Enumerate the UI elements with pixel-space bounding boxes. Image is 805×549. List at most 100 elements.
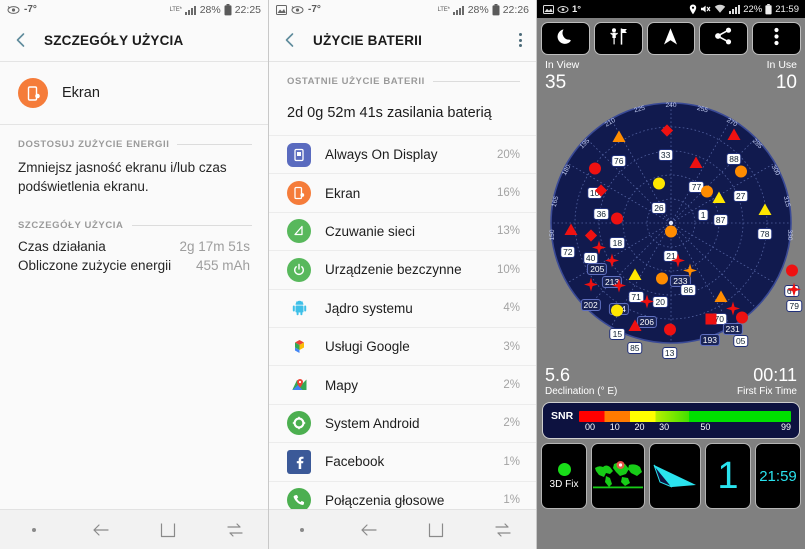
satellite-id-label: 33 (657, 148, 674, 161)
first-fix-label: First Fix Time (737, 386, 797, 397)
battery-percent: 22% (743, 3, 763, 15)
switch-icon[interactable] (218, 518, 252, 542)
section-label: DOSTOSUJ ZUŻYCIE ENERGII (18, 139, 170, 150)
satellite-marker (583, 277, 598, 296)
satellite-id-label: 86 (680, 283, 697, 296)
clock-button[interactable]: 21:59 (755, 443, 801, 509)
list-item-percent: 2% (503, 379, 520, 392)
signal-bars-icon (729, 4, 741, 14)
snr-tick: 00 (585, 422, 596, 432)
facebook-icon (287, 449, 311, 474)
satellite-marker (612, 130, 626, 148)
section-rule (177, 144, 252, 145)
page-title: UŻYCIE BATERII (313, 32, 423, 48)
home-icon[interactable] (419, 518, 453, 542)
in-view-label: In View (545, 59, 580, 71)
snr-tick-labels: 00 10 20 30 50 99 (585, 422, 791, 434)
list-item-mapy[interactable]: Mapy 2% (269, 365, 536, 404)
recents-dot-icon[interactable] (17, 518, 51, 542)
status-temperature: 1° (572, 3, 582, 15)
snr-tick: 30 (659, 422, 670, 432)
adjust-description: Zmniejsz jasność ekranu i/lub czas podśw… (18, 160, 227, 194)
network-type-label: LTE* (437, 6, 450, 13)
list-item-ekran[interactable]: Ekran 16% (269, 173, 536, 212)
recents-dot-icon[interactable] (285, 518, 319, 542)
detail-value: 2g 17m 51s (179, 239, 250, 254)
snr-tick: 50 (700, 422, 711, 432)
network-type-label: LTE* (169, 6, 182, 13)
status-bar: -7° LTE* 28% 22:25 (0, 0, 268, 19)
satellite-marker (605, 253, 620, 272)
navigation-bar (0, 509, 268, 549)
satellite-sky-plot[interactable]: 240 225 210 195 180 165 150 255 270 285 … (537, 95, 805, 363)
mute-icon (700, 4, 711, 14)
app-bar: UŻYCIE BATERII (269, 19, 536, 61)
navigation-arrow-icon (662, 27, 679, 51)
navigate-button[interactable] (646, 22, 696, 55)
power-icon (287, 257, 311, 282)
satellites-locked-value: 1 (717, 455, 739, 497)
back-icon[interactable] (352, 518, 386, 542)
detail-row: Czas działania 2g 17m 51s (0, 237, 268, 256)
status-clock: 22:26 (502, 3, 529, 16)
gps-clock-value: 21:59 (759, 467, 797, 485)
overflow-menu-icon[interactable] (515, 29, 526, 51)
list-item-czuwanie-sieci[interactable]: Czuwanie sieci 13% (269, 211, 536, 251)
satellite-marker (655, 272, 668, 290)
detail-row: Obliczone zużycie energii 455 mAh (0, 256, 268, 275)
battery-icon (765, 3, 772, 15)
survey-button[interactable] (593, 22, 643, 55)
section-header-adjust: DOSTOSUJ ZUŻYCIE ENERGII (0, 125, 268, 156)
snr-gradient-bar (579, 410, 791, 422)
weather-eye-icon (557, 5, 569, 14)
app-header-row: Ekran (0, 62, 268, 124)
status-temperature: -7° (24, 4, 37, 15)
image-icon (276, 4, 287, 15)
section-header-recent: OSTATNIE UŻYCIE BATERII (269, 62, 536, 93)
google-play-services-icon (287, 335, 311, 359)
list-item-urzadzenie-bezczynne[interactable]: Urządzenie bezczynne 10% (269, 250, 536, 289)
list-item-jadro-systemu[interactable]: Jądro systemu 4% (269, 288, 536, 327)
satellites-locked-button[interactable]: 1 (705, 443, 751, 509)
list-item-label: Ekran (325, 185, 361, 201)
satellite-id-label: 05 (732, 334, 749, 347)
list-item-percent: 16% (496, 187, 520, 200)
list-item-facebook[interactable]: Facebook 1% (269, 442, 536, 481)
compass-button[interactable] (649, 443, 701, 509)
satellite-marker (712, 191, 726, 209)
satellite-id-label: 36 (593, 207, 610, 220)
share-button[interactable] (699, 22, 749, 55)
list-item-always-on-display[interactable]: Always On Display 20% (269, 135, 536, 174)
satellite-marker (787, 282, 802, 301)
snr-tick: 10 (609, 422, 620, 432)
section-label: SZCZEGÓŁY UŻYCIA (18, 220, 124, 231)
night-mode-button[interactable] (541, 22, 590, 55)
back-arrow-icon[interactable] (281, 31, 299, 49)
world-map-button[interactable] (591, 443, 645, 509)
detail-key: Czas działania (18, 239, 106, 254)
overflow-button[interactable] (752, 22, 801, 55)
list-item-uslugi-google[interactable]: Usługi Google 3% (269, 326, 536, 366)
app-name: Ekran (62, 85, 100, 101)
list-item-percent: 1% (503, 455, 520, 468)
list-item-system-android[interactable]: System Android 2% (269, 403, 536, 443)
back-arrow-icon[interactable] (12, 31, 30, 49)
status-temperature: -7° (308, 4, 321, 15)
satellite-marker (588, 162, 601, 180)
detail-key: Obliczone zużycie energii (18, 258, 172, 273)
status-clock: 21:59 (775, 3, 799, 15)
section-rule (131, 225, 252, 226)
weather-eye-icon (291, 5, 304, 15)
in-view-value: 35 (545, 72, 567, 93)
surveyor-icon (608, 27, 629, 51)
home-icon[interactable] (151, 518, 185, 542)
gear-icon (287, 411, 311, 436)
detail-value: 455 mAh (195, 258, 250, 273)
signal-bars-icon (184, 5, 197, 15)
battery-icon (224, 3, 232, 16)
switch-icon[interactable] (486, 518, 520, 542)
list-item-percent: 1% (503, 494, 520, 507)
weather-eye-icon (7, 5, 20, 15)
back-icon[interactable] (84, 518, 118, 542)
fix-status-button[interactable]: 3D Fix (541, 443, 587, 509)
